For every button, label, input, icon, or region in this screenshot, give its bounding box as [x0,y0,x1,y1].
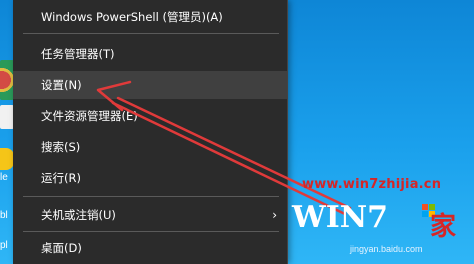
menu-item-powershell-admin[interactable]: Windows PowerShell (管理员)(A) [13,3,287,31]
menu-item-label: 设置(N) [41,78,82,92]
menu-item-settings[interactable]: 设置(N) [13,71,287,99]
menu-separator [23,33,279,34]
menu-item-label: 桌面(D) [41,241,82,255]
watermark-brand: WIN7 家 [290,198,474,242]
desktop-icon-label: le [0,172,8,183]
watermark-logo: www.win7zhijia.cn WIN7 家 jingyan.baidu.c… [290,168,474,264]
desktop-icon-label: pl [0,240,8,251]
menu-item-run[interactable]: 运行(R) [13,164,287,192]
menu-separator [23,231,279,232]
menu-item-label: 文件资源管理器(E) [41,109,138,123]
menu-item-shutdown-signout[interactable]: 关机或注销(U) › [13,201,287,229]
watermark-baidu: jingyan.baidu.com [350,244,423,254]
folder-icon[interactable] [0,148,14,170]
watermark-brand-text: WIN7 [292,200,389,235]
document-icon[interactable] [0,105,14,129]
menu-item-desktop[interactable]: 桌面(D) [13,234,287,262]
watermark-home-char: 家 [430,212,457,242]
menu-separator [23,196,279,197]
menu-item-label: 运行(R) [41,171,81,185]
menu-item-label: 搜索(S) [41,140,81,154]
chrome-icon[interactable] [0,60,14,100]
menu-item-task-manager[interactable]: 任务管理器(T) [13,40,287,68]
menu-item-search[interactable]: 搜索(S) [13,133,287,161]
menu-item-label: 关机或注销(U) [41,208,116,222]
menu-item-label: 任务管理器(T) [41,47,115,61]
menu-item-file-explorer[interactable]: 文件资源管理器(E) [13,102,287,130]
winx-context-menu: Windows PowerShell (管理员)(A) 任务管理器(T) 设置(… [13,0,288,264]
desktop-icon-label: bl [0,210,8,221]
chevron-right-icon: › [272,208,277,222]
menu-item-label: Windows PowerShell (管理员)(A) [41,10,223,24]
watermark-url: www.win7zhijia.cn [302,177,442,192]
